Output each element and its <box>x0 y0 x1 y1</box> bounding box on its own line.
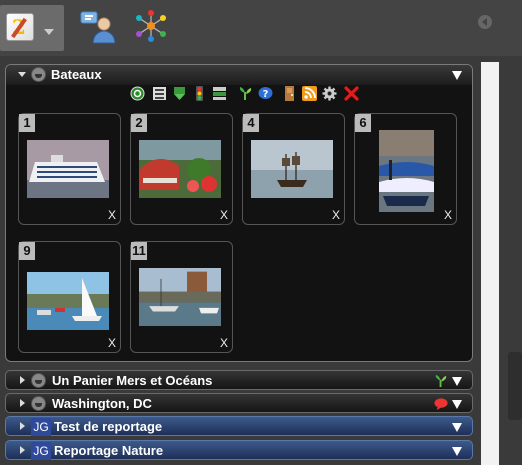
expand-arrow-icon[interactable] <box>20 422 25 430</box>
chevron-down-icon[interactable] <box>452 423 462 432</box>
remove-photo-button[interactable]: X <box>108 208 116 222</box>
group-test-reportage[interactable]: JG Test de reportage <box>5 416 473 436</box>
group-title: Reportage Nature <box>54 443 164 458</box>
refresh-icon[interactable] <box>130 86 145 101</box>
basket-icon <box>31 396 46 411</box>
photo-number: 6 <box>355 114 371 132</box>
group-toolbar: ? <box>130 85 360 103</box>
chevron-down-icon <box>44 29 54 35</box>
basket-icon <box>31 373 46 388</box>
remove-photo-button[interactable]: X <box>444 208 452 222</box>
expand-arrow-icon[interactable] <box>20 446 25 454</box>
users-chat-icon[interactable] <box>80 10 116 46</box>
group-washington[interactable]: Washington, DC <box>5 393 473 413</box>
plant-icon[interactable] <box>434 374 448 388</box>
group-title: Un Panier Mers et Océans <box>52 373 213 388</box>
group-title: Test de reportage <box>54 419 163 434</box>
photo-card[interactable]: 2 X <box>130 113 233 225</box>
photo-number: 2 <box>131 114 147 132</box>
jg-avatar: JG <box>31 442 51 460</box>
app-menu-button[interactable]: 2 <box>0 5 64 51</box>
chevron-down-icon[interactable] <box>452 400 462 409</box>
speech-bubble-icon[interactable] <box>434 397 448 411</box>
chevron-down-icon[interactable] <box>452 447 462 456</box>
jg-avatar: JG <box>31 418 51 436</box>
app-logo-icon: 2 <box>6 13 34 41</box>
chevron-down-icon[interactable] <box>452 71 462 80</box>
photo-number: 1 <box>19 114 35 132</box>
chevron-down-icon[interactable] <box>452 377 462 386</box>
fishing-boats-photo[interactable] <box>379 130 434 212</box>
photo-card[interactable]: 1 X <box>18 113 121 225</box>
network-icon[interactable] <box>134 9 168 43</box>
photo-number: 4 <box>243 114 259 132</box>
basket-icon <box>31 67 46 82</box>
photo-card[interactable]: 6 X <box>354 113 457 225</box>
photo-number: 9 <box>19 242 35 260</box>
remove-photo-button[interactable]: X <box>332 208 340 222</box>
group-bateaux: Bateaux ? 1 X 2 X 4 X 6 X 9 X 11 X <box>5 64 473 362</box>
collapse-sidebar-icon[interactable] <box>478 15 492 29</box>
door-icon[interactable] <box>282 86 297 101</box>
group-title: Bateaux <box>51 67 102 82</box>
group-reportage-nature[interactable]: JG Reportage Nature <box>5 440 473 460</box>
photo-card[interactable]: 11 X <box>130 241 233 353</box>
list-icon[interactable] <box>152 86 167 101</box>
remove-photo-button[interactable]: X <box>220 208 228 222</box>
traffic-light-icon[interactable] <box>192 86 207 101</box>
marina-boats-photo[interactable] <box>139 268 221 326</box>
expand-arrow-icon[interactable] <box>20 376 25 384</box>
remove-photo-button[interactable]: X <box>108 336 116 350</box>
group-header[interactable]: Bateaux <box>6 65 472 85</box>
sailing-galleon-photo[interactable] <box>251 140 333 198</box>
top-toolbar: 2 <box>0 0 522 56</box>
download-icon[interactable] <box>172 86 187 101</box>
svg-text:?: ? <box>263 89 269 100</box>
rss-icon[interactable] <box>302 86 317 101</box>
scrollbar[interactable] <box>481 62 499 465</box>
expand-arrow-icon[interactable] <box>18 72 26 77</box>
help-icon[interactable]: ? <box>258 86 273 101</box>
harbor-sailboat-photo[interactable] <box>27 272 109 330</box>
photo-number: 11 <box>131 242 147 260</box>
red-boat-garden-photo[interactable] <box>139 140 221 198</box>
remove-photo-button[interactable]: X <box>220 336 228 350</box>
expand-arrow-icon[interactable] <box>20 399 25 407</box>
plant-icon[interactable] <box>238 86 253 101</box>
outer-scrollbar[interactable] <box>508 352 522 420</box>
gear-icon[interactable] <box>322 86 337 101</box>
photo-card[interactable]: 4 X <box>242 113 345 225</box>
cruise-ship-photo[interactable] <box>27 140 109 198</box>
stack-icon[interactable] <box>212 86 227 101</box>
group-title: Washington, DC <box>52 396 152 411</box>
delete-icon[interactable] <box>344 86 359 101</box>
group-un-panier[interactable]: Un Panier Mers et Océans <box>5 370 473 390</box>
photo-card[interactable]: 9 X <box>18 241 121 353</box>
